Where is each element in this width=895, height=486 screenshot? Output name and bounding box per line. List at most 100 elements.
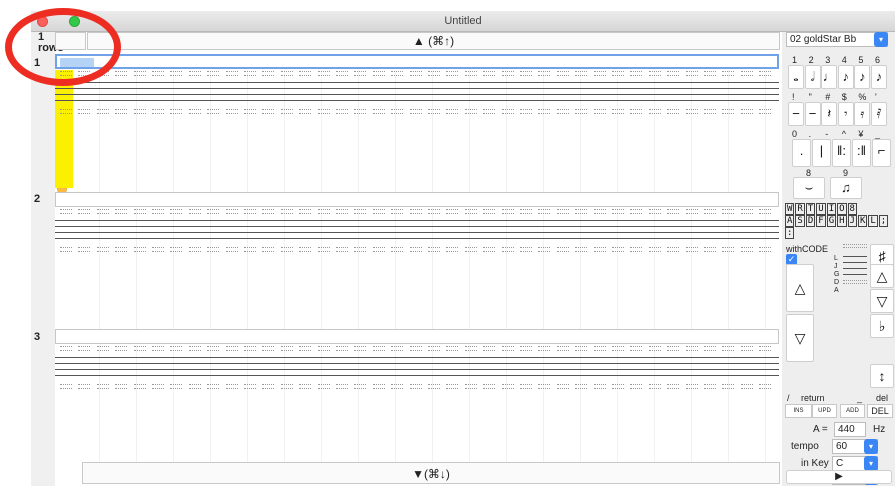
- grid-line: [506, 345, 507, 477]
- instrument-select[interactable]: 02 goldStar Bb ▾: [786, 32, 888, 47]
- updown-button[interactable]: ↕: [870, 364, 894, 388]
- staff-row-1[interactable]: [55, 70, 779, 202]
- slash-label: /: [787, 393, 790, 403]
- grid-line: [173, 345, 174, 477]
- flat-button[interactable]: ♭: [870, 314, 894, 338]
- keymap-key: F: [816, 215, 826, 227]
- string-label: D: [834, 279, 840, 286]
- duration-number: 5: [858, 55, 864, 65]
- grid-line: [469, 208, 470, 340]
- rest-button[interactable]: −: [788, 102, 804, 126]
- delete-button[interactable]: DEL: [867, 404, 893, 418]
- duration-number: 1: [792, 55, 798, 65]
- barline-button[interactable]: .: [792, 139, 811, 167]
- barline-button[interactable]: ‖:: [832, 139, 851, 167]
- tuning-input[interactable]: 440: [834, 422, 866, 437]
- update-button[interactable]: UPD: [812, 404, 837, 418]
- rest-button[interactable]: 𝅀: [871, 102, 887, 126]
- grid-line: [321, 70, 322, 202]
- row-1-field[interactable]: [55, 54, 779, 69]
- keymap-key: O: [837, 203, 847, 215]
- scroll-up-button[interactable]: ▲ (⌘↑): [87, 32, 780, 50]
- staff-line: [55, 82, 779, 83]
- key-select[interactable]: C ▾: [832, 456, 878, 471]
- barline-shortcut-label: ¥: [858, 129, 864, 139]
- grid-line: [617, 208, 618, 340]
- note-duration-button[interactable]: ♪: [837, 65, 854, 89]
- string-label: A: [834, 287, 839, 294]
- barline-button[interactable]: ⌐: [872, 139, 891, 167]
- keymap-key: J: [847, 215, 857, 227]
- triangle-down-button[interactable]: ▽: [870, 289, 894, 313]
- grid-line: [284, 208, 285, 340]
- rest-shortcut-label: #: [825, 92, 831, 102]
- grid-line: [99, 208, 100, 340]
- staff-row-3[interactable]: [55, 345, 779, 477]
- arrow-down-button[interactable]: ▽: [786, 314, 814, 362]
- note-duration-button[interactable]: 𝅝: [788, 65, 804, 89]
- rest-button[interactable]: 𝄾: [837, 102, 854, 126]
- keymap-key: D: [805, 215, 816, 227]
- rest-shortcut-label: $: [841, 92, 847, 102]
- string-label: J: [834, 263, 838, 270]
- note-duration-button[interactable]: ♪: [854, 65, 871, 89]
- grid-line: [247, 345, 248, 477]
- annotation-circle: [5, 8, 121, 86]
- triplet-button[interactable]: ♫: [830, 177, 862, 199]
- grid-line: [580, 70, 581, 202]
- duration-number: 6: [875, 55, 881, 65]
- tie-button[interactable]: ⌣: [793, 177, 825, 199]
- rest-button[interactable]: −: [804, 102, 821, 126]
- grid-line: [506, 208, 507, 340]
- grid-line: [247, 70, 248, 202]
- underscore-label: _: [857, 393, 863, 403]
- barline-button[interactable]: |: [812, 139, 831, 167]
- add-button[interactable]: ADD: [840, 404, 865, 418]
- staff-line: [55, 369, 779, 370]
- triangle-up-button[interactable]: △: [870, 264, 894, 288]
- barline-button[interactable]: :‖: [852, 139, 871, 167]
- grid-line: [469, 70, 470, 202]
- keymap-key: L: [868, 215, 878, 227]
- chevron-down-icon: ▾: [874, 32, 888, 47]
- key-label: in Key: [801, 458, 829, 469]
- grid-line: [654, 70, 655, 202]
- grid-line: [358, 70, 359, 202]
- keymap-key: H: [837, 215, 847, 227]
- tab-dots-row: [55, 109, 779, 119]
- tempo-select[interactable]: 60 ▾: [832, 439, 878, 454]
- keymap-key: ;: [878, 215, 889, 227]
- arrow-up-button[interactable]: △: [786, 264, 814, 312]
- insert-button[interactable]: INS: [785, 404, 812, 418]
- grid-line: [395, 345, 396, 477]
- barline-shortcut-label: .: [808, 129, 812, 139]
- tab-dots-row: [55, 71, 779, 81]
- staff-row-2[interactable]: [55, 208, 779, 340]
- rest-button[interactable]: 𝄽: [821, 102, 838, 126]
- rest-button[interactable]: 𝄿: [854, 102, 871, 126]
- barline-shortcut-label: _: [875, 129, 881, 139]
- barline-shortcut-label: -: [825, 129, 829, 139]
- grid-line: [469, 345, 470, 477]
- staff-line: [55, 94, 779, 95]
- grid-line: [543, 208, 544, 340]
- staff-line: [55, 363, 779, 364]
- grid-line: [284, 345, 285, 477]
- grid-line: [543, 345, 544, 477]
- row-2-field[interactable]: [55, 192, 779, 207]
- staff-line: [55, 220, 779, 221]
- scroll-down-button[interactable]: ▼(⌘↓): [82, 462, 780, 484]
- note-duration-button[interactable]: ♪: [871, 65, 887, 89]
- window-title: Untitled: [444, 15, 482, 27]
- keymap-key: R: [795, 203, 805, 215]
- play-button[interactable]: ▶: [786, 470, 892, 484]
- grid-line: [765, 208, 766, 340]
- tuning-unit: Hz: [873, 424, 886, 435]
- del-label: del: [876, 393, 889, 403]
- note-duration-button[interactable]: 𝅗𝅥: [804, 65, 821, 89]
- rest-shortcut-label: %: [858, 92, 867, 102]
- row-3-field[interactable]: [55, 329, 779, 344]
- note-duration-button[interactable]: ♩: [821, 65, 838, 89]
- return-label: return: [801, 393, 825, 403]
- grid-line: [432, 208, 433, 340]
